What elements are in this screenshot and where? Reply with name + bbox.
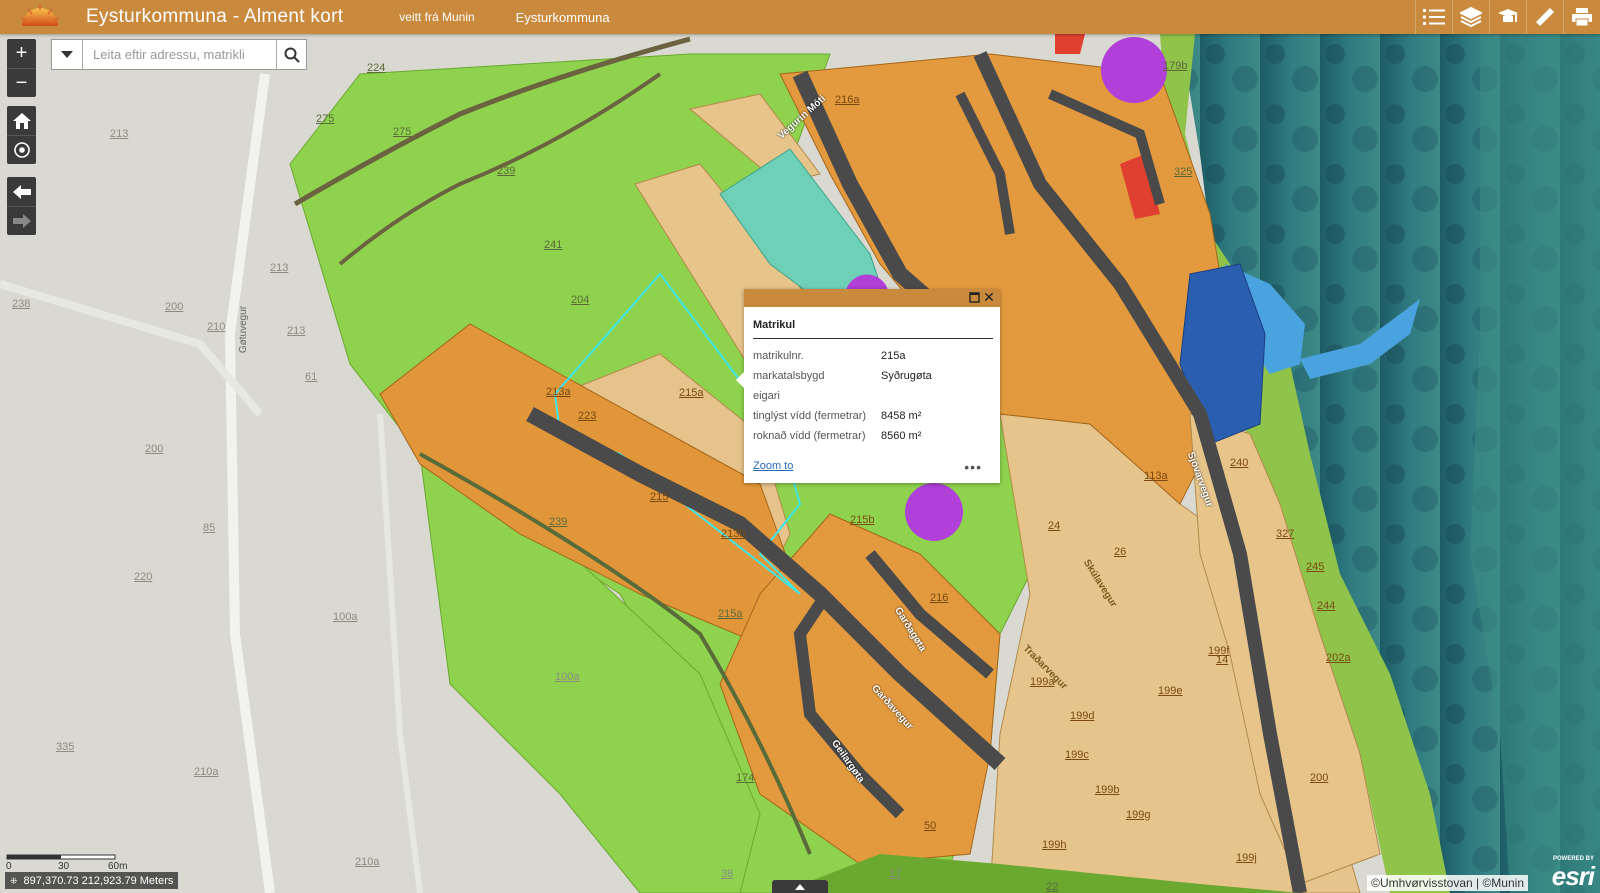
table-row: matrikulnr. 215a	[753, 346, 932, 366]
locate-icon[interactable]	[7, 135, 36, 164]
attribute-value: 8458 m²	[881, 410, 922, 422]
more-actions-button[interactable]: •••	[964, 460, 982, 474]
attribute-key: tinglýst vídd (fermetrar)	[753, 410, 867, 422]
expand-panel-button[interactable]	[772, 880, 828, 893]
list-icon[interactable]	[1415, 0, 1452, 34]
search-button[interactable]	[276, 40, 306, 69]
zoom-to-link[interactable]: Zoom to	[753, 460, 793, 472]
popup-header: ✕	[744, 289, 1000, 307]
measure-icon[interactable]	[1526, 0, 1563, 34]
scale-tick: 30	[58, 861, 70, 872]
chevron-up-icon	[795, 883, 805, 890]
coordinate-text: 897,370.73 212,923.79 Meters	[23, 875, 174, 887]
home-controls	[7, 106, 36, 164]
attribute-key: eigari	[753, 390, 780, 402]
table-row: eigari	[753, 386, 932, 406]
table-row: roknað vídd (fermetrar) 8560 m²	[753, 426, 932, 446]
attribute-table: matrikulnr. 215a markatalsbygd Syðrugøta e…	[753, 346, 932, 446]
back-arrow-icon[interactable]	[7, 177, 36, 206]
attribute-key: roknað vídd (fermetrar)	[753, 430, 866, 442]
attribute-key: markatalsbygd	[753, 370, 825, 382]
maximize-icon[interactable]	[969, 292, 980, 303]
app-title: Eysturkommuna - Alment kort	[86, 6, 344, 27]
table-row: tinglýst vídd (fermetrar) 8458 m²	[753, 406, 932, 426]
zoom-out-button[interactable]: −	[7, 68, 36, 97]
attribute-value: 215a	[881, 350, 906, 362]
layers-icon[interactable]	[1452, 0, 1489, 34]
zoom-controls: + −	[7, 39, 36, 97]
search-widget	[51, 39, 307, 70]
munin-link[interactable]: veitt frá Munin	[399, 10, 474, 24]
esri-wordmark: esri	[1551, 861, 1595, 891]
popup-pointer	[736, 372, 744, 388]
scale-tick: 0	[6, 861, 12, 872]
map-attribution: ©Umhvørvisstovan | ©Munin	[1367, 875, 1528, 891]
app-header: Eysturkommuna - Alment kort veitt frá Mu…	[0, 0, 1600, 34]
table-row: markatalsbygd Syðrugøta	[753, 366, 932, 386]
feature-popup: ✕ Matrikul matrikulnr. 215a markatalsbygd…	[736, 289, 1000, 483]
forward-arrow-icon[interactable]	[7, 206, 36, 235]
history-controls	[7, 177, 36, 235]
chevron-down-icon	[61, 50, 73, 58]
close-icon[interactable]: ✕	[982, 290, 996, 304]
attribute-key: matrikulnr.	[753, 350, 804, 362]
header-toolbar	[1415, 0, 1600, 34]
kommuna-link[interactable]: Eysturkommuna	[516, 10, 610, 25]
scalebar: 0 30 60m	[6, 853, 128, 872]
esri-logo: POWERED BY esri	[1538, 856, 1595, 891]
popup-title: Matrikul	[753, 319, 993, 339]
coordinate-readout[interactable]: ⁜ 897,370.73 212,923.79 Meters	[5, 872, 179, 889]
home-icon[interactable]	[7, 106, 36, 135]
zoom-in-button[interactable]: +	[7, 39, 36, 68]
attribute-value	[881, 386, 932, 406]
crosshair-icon: ⁜	[10, 875, 18, 886]
scale-tick: 60m	[108, 861, 128, 872]
sun-logo-icon	[18, 0, 62, 34]
search-source-dropdown[interactable]	[52, 40, 83, 69]
print-icon[interactable]	[1563, 0, 1600, 34]
attribute-value: Syðrugøta	[881, 370, 932, 382]
search-icon	[284, 47, 300, 63]
search-input[interactable]	[83, 40, 276, 69]
legend-icon[interactable]	[1489, 0, 1526, 34]
attribute-value: 8560 m²	[881, 430, 922, 442]
